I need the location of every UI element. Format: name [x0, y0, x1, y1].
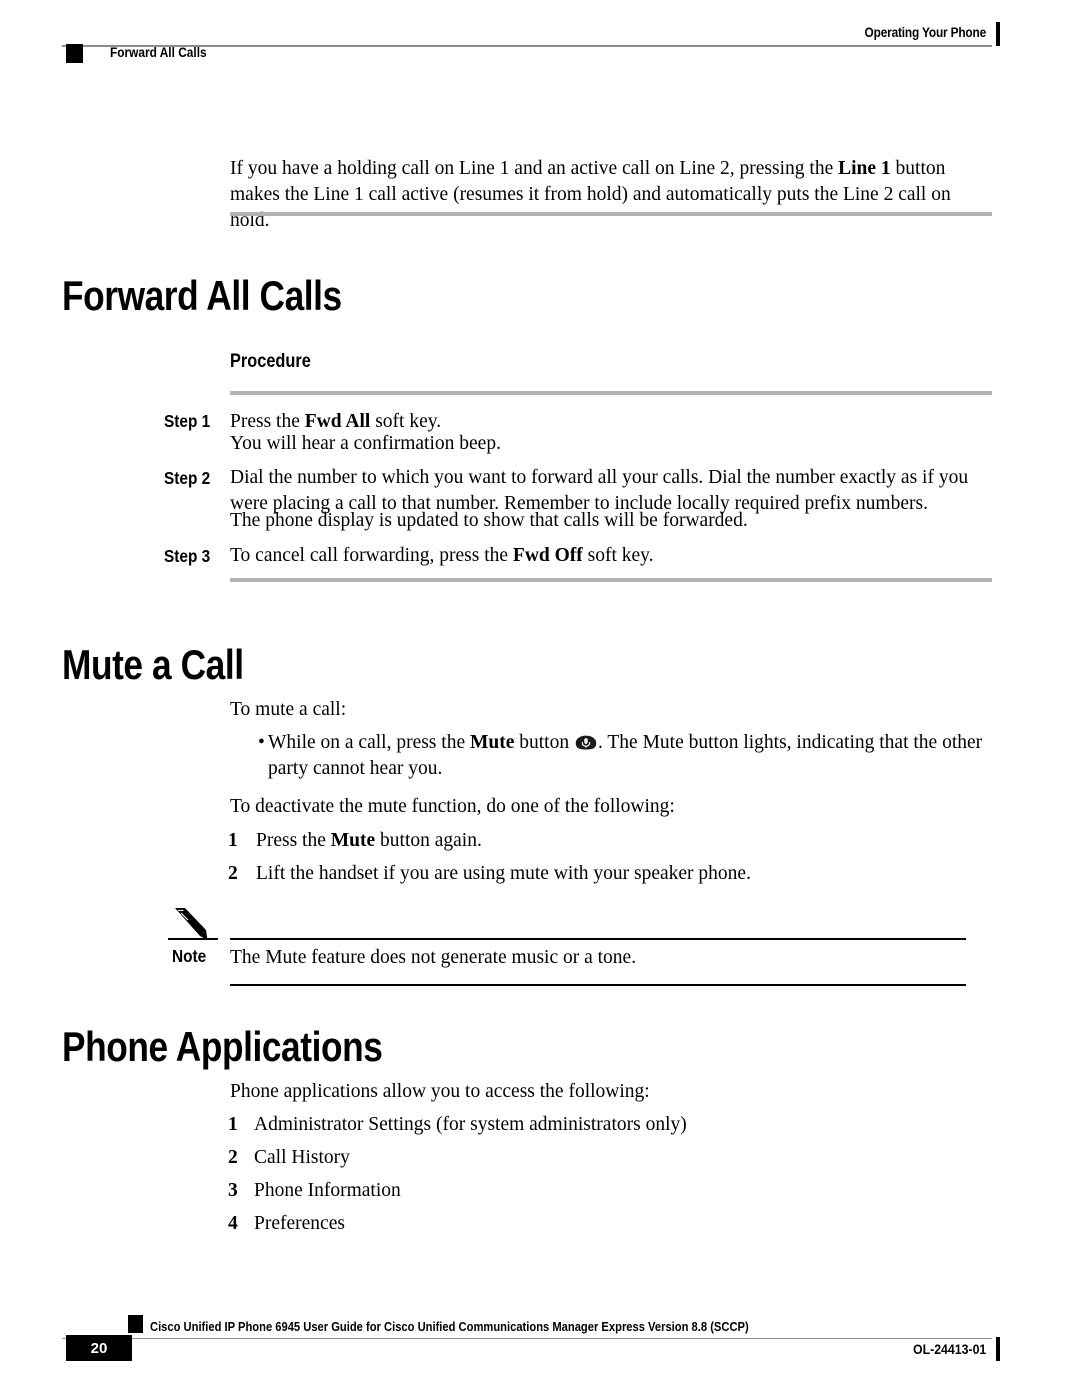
- footer-document-id: OL-24413-01: [912, 1341, 986, 1357]
- mute-deactivate-intro: To deactivate the mute function, do one …: [230, 796, 675, 817]
- phone-app-item-4-text: Preferences: [254, 1213, 345, 1234]
- note-icon-underline: [168, 938, 218, 940]
- mute-deactivate-item-1-text: Press the Mute button again.: [256, 830, 482, 851]
- phone-app-item-1-text: Administrator Settings (for system admin…: [254, 1114, 687, 1135]
- step-3-label: Step 3: [164, 546, 211, 566]
- step-2-label: Step 2: [164, 468, 211, 488]
- procedure-rule-bottom: [230, 578, 992, 582]
- mute-button-icon: [575, 732, 597, 750]
- footer-rule: [62, 1337, 992, 1339]
- running-header-title: Operating Your Phone: [864, 25, 987, 40]
- section-rule-top: [230, 212, 992, 216]
- step-1-line-2: You will hear a confirmation beep.: [230, 433, 501, 454]
- page-header: Operating Your Phone Forward All Calls: [0, 0, 1080, 80]
- mute-deactivate-item-2-text: Lift the handset if you are using mute w…: [256, 863, 751, 884]
- footer-edge-marker: [996, 1337, 1000, 1361]
- phone-app-item-4-number: 4: [228, 1213, 238, 1234]
- phone-app-item-3-text: Phone Information: [254, 1180, 401, 1201]
- step-2-line-2: The phone display is updated to show tha…: [230, 510, 748, 531]
- heading-mute-a-call: Mute a Call: [62, 641, 244, 688]
- phone-app-item-3-number: 3: [228, 1180, 238, 1201]
- page-number: 20: [90, 1339, 108, 1357]
- intro-paragraph: If you have a holding call on Line 1 and…: [230, 158, 951, 231]
- header-section-title: Forward All Calls: [110, 45, 207, 60]
- page-footer: Cisco Unified IP Phone 6945 User Guide f…: [0, 1287, 1080, 1397]
- mute-deactivate-item-1-number: 1: [228, 830, 238, 851]
- note-rule-bottom: [230, 984, 966, 986]
- mute-bullet-text-before: While on a call, press the Mute button: [268, 732, 574, 753]
- note-text: The Mute feature does not generate music…: [230, 947, 637, 968]
- phone-app-item-2-number: 2: [228, 1147, 238, 1168]
- subheading-procedure: Procedure: [230, 351, 311, 372]
- mute-intro: To mute a call:: [230, 699, 347, 720]
- header-square-marker: [66, 44, 83, 63]
- footer-guide-title: Cisco Unified IP Phone 6945 User Guide f…: [150, 1319, 749, 1334]
- procedure-rule-top: [230, 391, 992, 395]
- heading-phone-applications: Phone Applications: [62, 1023, 383, 1070]
- mute-deactivate-item-2-number: 2: [228, 863, 238, 884]
- pencil-icon: [172, 906, 212, 947]
- phone-applications-intro: Phone applications allow you to access t…: [230, 1081, 650, 1102]
- mute-bullet-text: While on a call, press the Mute button .…: [268, 730, 994, 782]
- note-rule-top: [230, 938, 966, 940]
- phone-app-item-1-number: 1: [228, 1114, 238, 1135]
- document-page: Operating Your Phone Forward All Calls I…: [0, 0, 1080, 1397]
- footer-square-marker: [128, 1315, 143, 1333]
- step-1-label: Step 1: [164, 411, 211, 431]
- heading-forward-all-calls: Forward All Calls: [62, 272, 342, 319]
- phone-app-item-2-text: Call History: [254, 1147, 350, 1168]
- mute-bullet-marker: •: [258, 732, 265, 753]
- header-edge-marker: [996, 22, 1000, 46]
- note-label: Note: [172, 946, 207, 966]
- step-3-line-1: To cancel call forwarding, press the Fwd…: [230, 545, 654, 566]
